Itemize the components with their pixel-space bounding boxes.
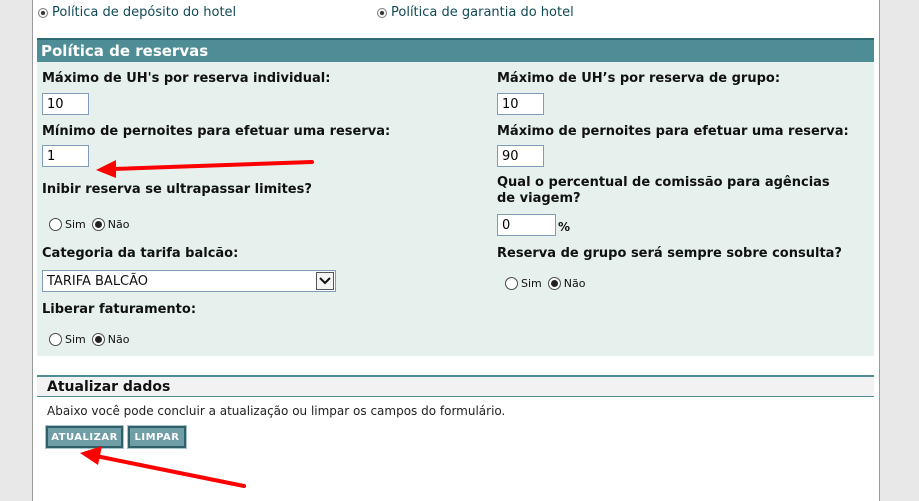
link-label[interactable]: Política de depósito do hotel (52, 5, 236, 20)
inibir-nao-option[interactable]: Não (91, 218, 130, 231)
radio-sim-label: Sim (521, 277, 542, 290)
atualizar-description: Abaixo você pode concluir a atualização … (47, 404, 506, 418)
max-uh-individual-input[interactable]: 10 (42, 93, 89, 115)
limpar-button[interactable]: LIMPAR (127, 425, 187, 449)
grupo-consulta-label: Reserva de grupo será sempre sobre consu… (497, 246, 842, 261)
radio-nao[interactable] (91, 333, 105, 346)
max-uh-grupo-input[interactable]: 10 (497, 93, 544, 115)
radio-nao[interactable] (547, 277, 561, 290)
bullet-icon (38, 7, 48, 18)
link-politica-deposito[interactable]: Política de depósito do hotel (38, 5, 236, 20)
liberar-faturamento-label: Liberar faturamento: (42, 302, 197, 317)
max-pernoites-input[interactable]: 90 (497, 145, 544, 167)
bullet-icon (377, 7, 387, 18)
grupo-consulta-radio-group: Sim Não (505, 277, 591, 290)
inibir-reserva-label: Inibir reserva se ultrapassar limites? (42, 182, 312, 197)
radio-nao-label: Não (563, 277, 586, 290)
atualizar-section: Atualizar dados (37, 375, 874, 397)
max-uh-grupo-label: Máximo de UH’s por reserva de grupo: (497, 71, 781, 86)
min-pernoites-label: Mínimo de pernoites para efetuar uma res… (42, 124, 391, 139)
radio-sim-label: Sim (65, 333, 86, 346)
grupo-sim-option[interactable]: Sim (505, 277, 542, 290)
grupo-nao-option[interactable]: Não (547, 277, 586, 290)
radio-sim[interactable] (49, 333, 62, 346)
radio-sim[interactable] (49, 218, 62, 231)
atualizar-section-title: Atualizar dados (37, 375, 874, 397)
link-label[interactable]: Política de garantia do hotel (391, 5, 574, 20)
liberar-faturamento-radio-group: Sim Não (49, 333, 135, 346)
categoria-tarifa-value: TARIFA BALCÃO (47, 274, 149, 289)
link-politica-garantia[interactable]: Política de garantia do hotel (377, 5, 574, 20)
max-pernoites-label: Máximo de pernoites para efetuar uma res… (497, 124, 849, 139)
atualizar-button[interactable]: ATUALIZAR (45, 425, 124, 449)
chevron-down-icon[interactable] (316, 272, 334, 290)
reservas-panel-title: Política de reservas (37, 38, 874, 62)
radio-sim[interactable] (505, 277, 518, 290)
arrow-to-atualizar (80, 446, 246, 488)
min-pernoites-input[interactable]: 1 (42, 145, 89, 167)
max-uh-individual-label: Máximo de UH's por reserva individual: (42, 71, 331, 86)
liberar-nao-option[interactable]: Não (91, 333, 130, 346)
radio-nao[interactable] (91, 218, 105, 231)
percent-unit: % (558, 220, 571, 234)
radio-sim-label: Sim (65, 218, 86, 231)
radio-nao-label: Não (107, 218, 130, 231)
page-left-gutter (0, 0, 33, 501)
categoria-tarifa-label: Categoria da tarifa balcão: (42, 246, 239, 261)
page-right-gutter (879, 0, 919, 501)
inibir-sim-option[interactable]: Sim (49, 218, 86, 231)
liberar-sim-option[interactable]: Sim (49, 333, 86, 346)
radio-nao-label: Não (107, 333, 130, 346)
categoria-tarifa-select[interactable]: TARIFA BALCÃO (42, 270, 336, 292)
inibir-reserva-radio-group: Sim Não (49, 218, 135, 231)
comissao-label: Qual o percentual de comissão para agênc… (497, 175, 830, 206)
comissao-input[interactable]: 0 (497, 214, 556, 236)
